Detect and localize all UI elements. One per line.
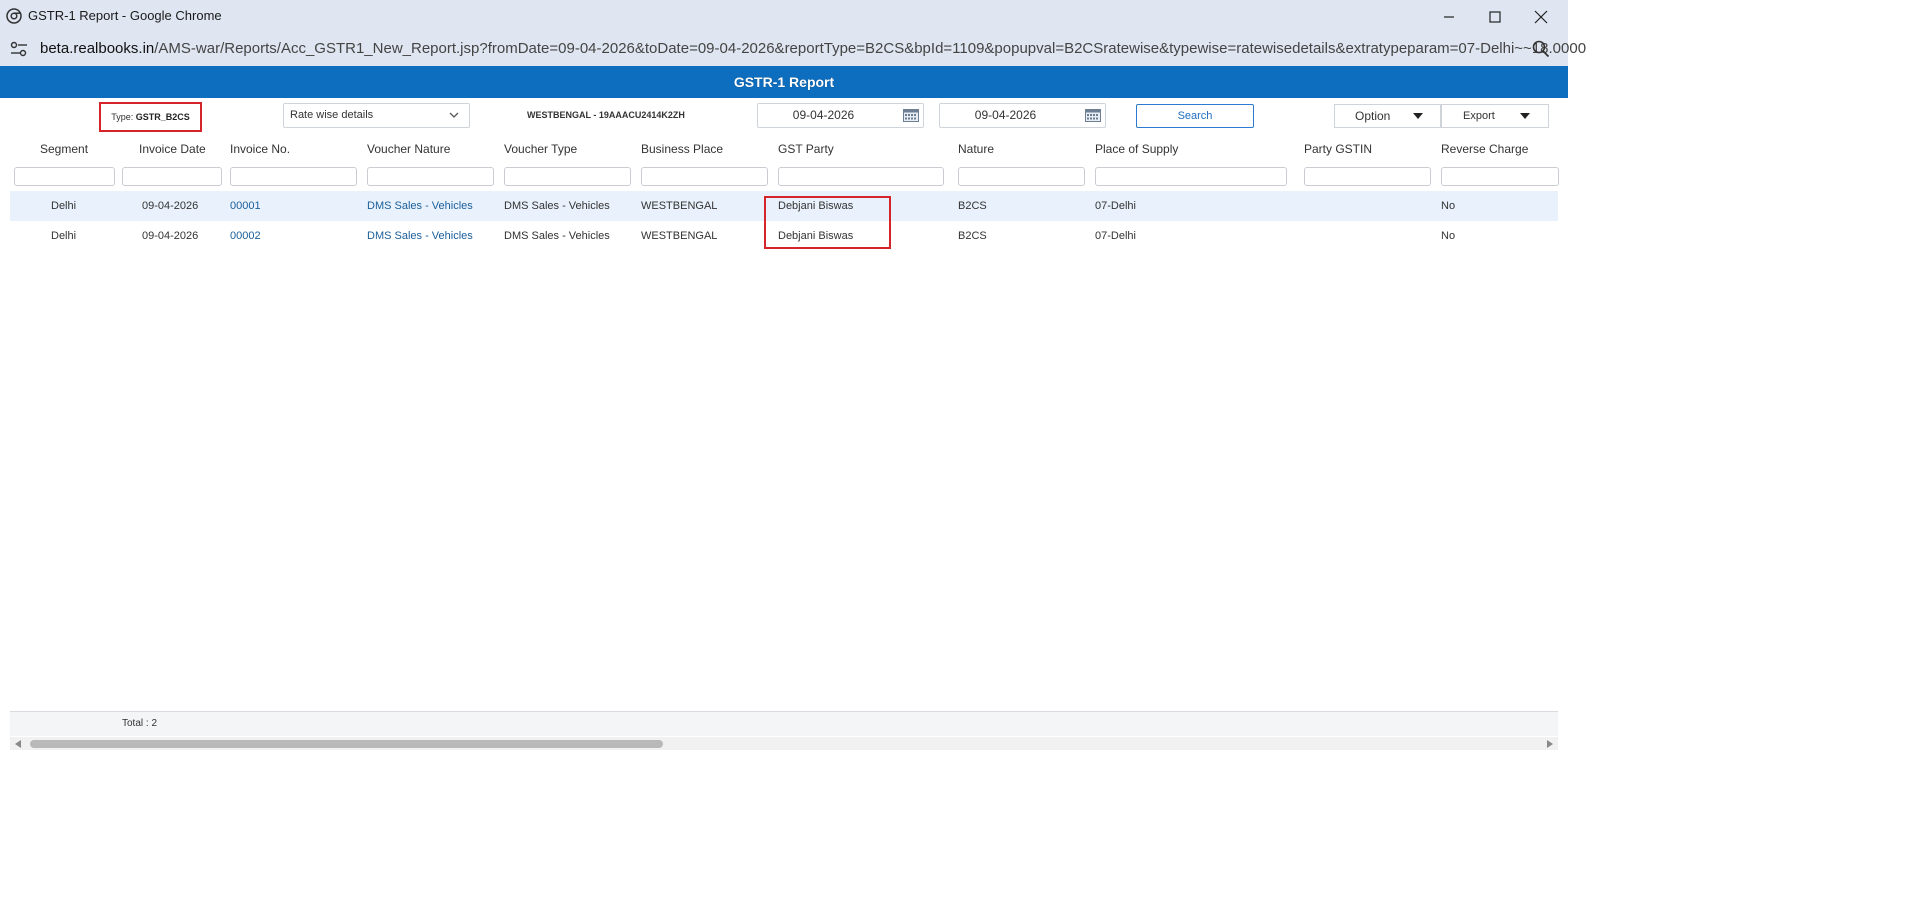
- filter-party-gstin[interactable]: [1304, 167, 1431, 186]
- cell-segment: Delhi: [51, 230, 77, 242]
- view-select-value: Rate wise details: [290, 109, 374, 121]
- zoom-icon[interactable]: [1532, 40, 1550, 58]
- close-icon: [1534, 10, 1548, 23]
- scroll-left-icon[interactable]: [15, 740, 21, 748]
- chrome-icon: [6, 8, 22, 24]
- window-title: GSTR-1 Report - Google Chrome: [28, 8, 222, 23]
- cell-invoice-no-link[interactable]: 00002: [230, 230, 261, 242]
- window-titlebar: GSTR-1 Report - Google Chrome: [0, 0, 1568, 33]
- cell-voucher-type: DMS Sales - Vehicles: [504, 230, 610, 242]
- column-header-segment[interactable]: Segment: [40, 142, 88, 156]
- column-header-place-of-supply[interactable]: Place of Supply: [1095, 142, 1178, 156]
- option-label: Option: [1355, 109, 1391, 123]
- url-text[interactable]: beta.realbooks.in/AMS-war/Reports/Acc_GS…: [40, 40, 1586, 57]
- cell-reverse-charge: No: [1441, 200, 1456, 212]
- cell-invoice-date: 09-04-2026: [142, 230, 199, 242]
- calendar-icon[interactable]: [903, 109, 919, 122]
- total-count: Total : 2: [122, 718, 158, 729]
- column-header-business-place[interactable]: Business Place: [641, 142, 723, 156]
- site-settings-icon[interactable]: [10, 41, 28, 57]
- cell-business-place: WESTBENGAL: [641, 230, 718, 242]
- column-header-voucher-nature[interactable]: Voucher Nature: [367, 142, 450, 156]
- scrollbar-thumb[interactable]: [30, 740, 663, 748]
- cell-business-place: WESTBENGAL: [641, 200, 718, 212]
- column-header-invoice-no[interactable]: Invoice No.: [230, 142, 290, 156]
- report-type-badge: Type: GSTR_B2CS: [99, 102, 202, 132]
- horizontal-scrollbar[interactable]: [10, 737, 1558, 750]
- export-label: Export: [1463, 110, 1495, 122]
- cell-segment: Delhi: [51, 200, 77, 212]
- caret-down-icon: [1413, 113, 1423, 119]
- gstin-label: WESTBENGAL - 19AAACU2414K2ZH: [527, 110, 685, 120]
- minimize-button[interactable]: [1426, 0, 1472, 33]
- close-button[interactable]: [1518, 0, 1564, 33]
- cell-nature: B2CS: [958, 230, 987, 242]
- search-button[interactable]: Search: [1136, 104, 1254, 128]
- filter-invoice-date[interactable]: [122, 167, 222, 186]
- url-path: /AMS-war/Reports/Acc_GSTR1_New_Report.js…: [154, 40, 1587, 57]
- column-header-gst-party[interactable]: GST Party: [778, 142, 834, 156]
- url-host: beta.realbooks.in: [40, 40, 155, 57]
- chevron-down-icon: [449, 112, 459, 118]
- filter-gst-party[interactable]: [778, 167, 944, 186]
- filter-nature[interactable]: [958, 167, 1085, 186]
- column-header-nature[interactable]: Nature: [958, 142, 994, 156]
- highlight-box-gst-party: [764, 196, 891, 249]
- cell-place-of-supply: 07-Delhi: [1095, 230, 1136, 242]
- filter-invoice-no[interactable]: [230, 167, 357, 186]
- cell-nature: B2CS: [958, 200, 987, 212]
- report-type-value: GSTR_B2CS: [135, 112, 190, 122]
- cell-voucher-nature-link[interactable]: DMS Sales - Vehicles: [367, 200, 473, 212]
- cell-voucher-type: DMS Sales - Vehicles: [504, 200, 610, 212]
- report-header: GSTR-1 Report: [0, 66, 1568, 98]
- address-bar[interactable]: beta.realbooks.in/AMS-war/Reports/Acc_GS…: [0, 33, 1586, 66]
- from-date-value: 09-04-2026: [792, 108, 855, 122]
- maximize-icon: [1489, 10, 1501, 23]
- view-select[interactable]: Rate wise details: [283, 103, 470, 128]
- calendar-icon[interactable]: [1085, 109, 1101, 122]
- cell-reverse-charge: No: [1441, 230, 1456, 242]
- cell-place-of-supply: 07-Delhi: [1095, 200, 1136, 212]
- from-date-input[interactable]: 09-04-2026: [757, 103, 924, 128]
- minimize-icon: [1444, 15, 1454, 18]
- filter-reverse-charge[interactable]: [1441, 167, 1559, 186]
- report-type-label: Type:: [111, 112, 134, 122]
- scroll-right-icon[interactable]: [1547, 740, 1553, 748]
- report-title: GSTR-1 Report: [733, 74, 835, 90]
- column-header-invoice-date[interactable]: Invoice Date: [139, 142, 206, 156]
- filter-voucher-nature[interactable]: [367, 167, 494, 186]
- filter-place-of-supply[interactable]: [1095, 167, 1287, 186]
- to-date-input[interactable]: 09-04-2026: [939, 103, 1106, 128]
- maximize-button[interactable]: [1472, 0, 1518, 33]
- caret-down-icon: [1520, 113, 1530, 119]
- to-date-value: 09-04-2026: [974, 108, 1037, 122]
- cell-invoice-date: 09-04-2026: [142, 200, 199, 212]
- export-button[interactable]: Export: [1441, 104, 1549, 128]
- filter-business-place[interactable]: [641, 167, 768, 186]
- column-header-reverse-charge[interactable]: Reverse Charge: [1441, 142, 1528, 156]
- column-header-party-gstin[interactable]: Party GSTIN: [1304, 142, 1372, 156]
- cell-invoice-no-link[interactable]: 00001: [230, 200, 261, 212]
- filter-voucher-type[interactable]: [504, 167, 631, 186]
- option-button[interactable]: Option: [1334, 104, 1441, 128]
- column-header-voucher-type[interactable]: Voucher Type: [504, 142, 577, 156]
- filter-segment[interactable]: [14, 167, 115, 186]
- cell-voucher-nature-link[interactable]: DMS Sales - Vehicles: [367, 230, 473, 242]
- grid-footer: Total : 2: [10, 712, 1558, 736]
